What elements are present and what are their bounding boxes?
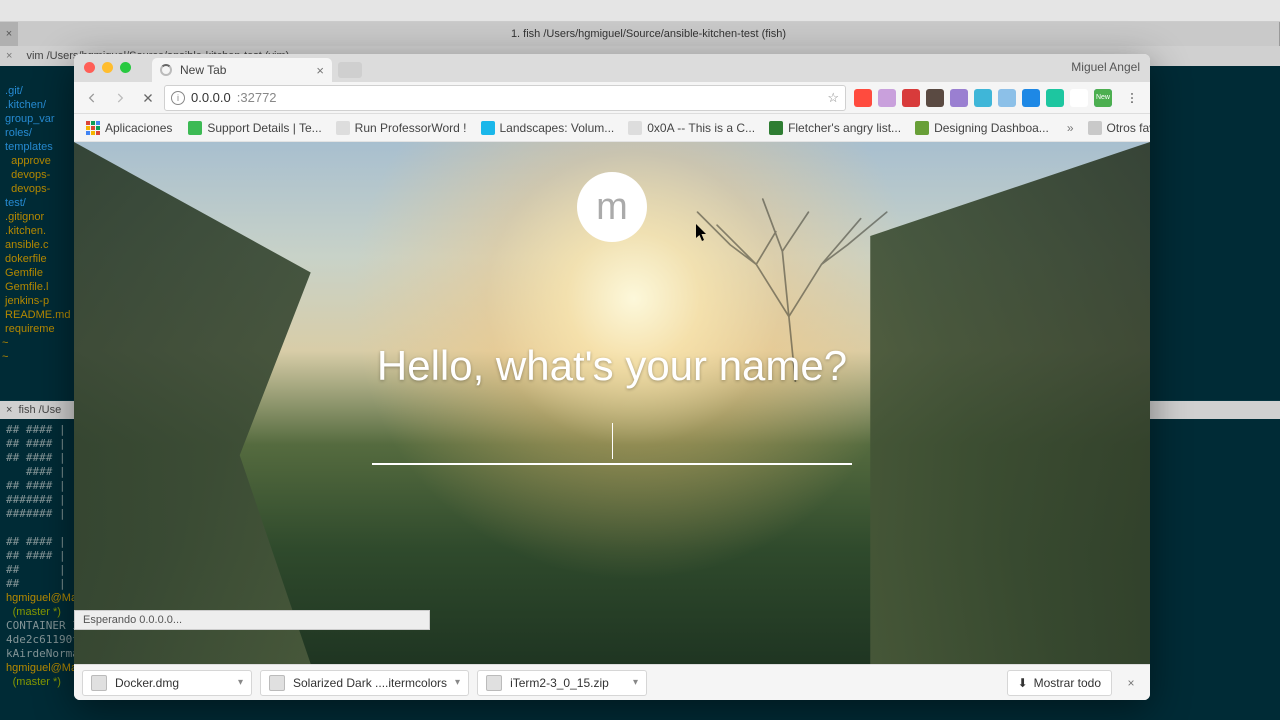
download-filename: iTerm2-3_0_15.zip: [510, 676, 609, 690]
bookmark-label: Fletcher's angry list...: [788, 121, 901, 135]
bookmarks-overflow-button[interactable]: »: [1063, 121, 1078, 135]
window-controls: [84, 62, 131, 73]
file-icon: [269, 675, 285, 691]
extension-icon-0[interactable]: [854, 89, 872, 107]
profile-name[interactable]: Miguel Angel: [1071, 60, 1140, 74]
extension-icon-4[interactable]: [950, 89, 968, 107]
bookmark-item[interactable]: 0x0A -- This is a C...: [622, 118, 761, 138]
downloads-bar: Docker.dmg▾Solarized Dark ....itermcolor…: [74, 664, 1150, 700]
apps-shortcut[interactable]: Aplicaciones: [80, 118, 178, 138]
other-bookmarks-label: Otros favoritos: [1107, 121, 1151, 135]
status-tooltip: Esperando 0.0.0.0...: [74, 610, 430, 630]
iterm-tab-bar: × 1. fish /Users/hgmiguel/Source/ansible…: [0, 22, 1280, 46]
close-window-button[interactable]: [84, 62, 95, 73]
close-downloads-bar-button[interactable]: ×: [1120, 672, 1142, 694]
bookmark-label: Designing Dashboa...: [934, 121, 1049, 135]
forward-button[interactable]: [108, 86, 132, 110]
bookmark-item[interactable]: Support Details | Te...: [182, 118, 327, 138]
show-all-label: Mostrar todo: [1034, 676, 1101, 690]
name-input-wrap: [372, 417, 852, 465]
greeting-text: Hello, what's your name?: [74, 342, 1150, 390]
iterm-tab-close[interactable]: ×: [0, 22, 18, 46]
download-menu-button[interactable]: ▾: [633, 677, 638, 688]
extension-icon-5[interactable]: [974, 89, 992, 107]
extension-icon-7[interactable]: [1022, 89, 1040, 107]
fish-bar-label: fish /Use: [18, 404, 61, 416]
extensions-row: New: [850, 89, 1116, 107]
favicon-icon: [188, 121, 202, 135]
favicon-icon: [481, 121, 495, 135]
file-icon: [91, 675, 107, 691]
browser-toolbar: i 0.0.0.0 :32772 ☆ New: [74, 82, 1150, 114]
back-button[interactable]: [80, 86, 104, 110]
momentum-logo: m: [577, 172, 647, 242]
extension-icon-1[interactable]: [878, 89, 896, 107]
site-info-icon[interactable]: i: [171, 91, 185, 105]
new-badge: New: [1094, 89, 1112, 107]
zoom-window-button[interactable]: [120, 62, 131, 73]
show-all-downloads-button[interactable]: ⬇ Mostrar todo: [1007, 670, 1112, 696]
bookmark-label: Landscapes: Volum...: [500, 121, 615, 135]
favicon-icon: [769, 121, 783, 135]
new-tab-button[interactable]: [338, 62, 362, 78]
loading-spinner-icon: [160, 64, 172, 76]
page-viewport: m Hello, what's your name? Esperando 0.0…: [74, 142, 1150, 664]
bookmark-label: Support Details | Te...: [207, 121, 321, 135]
extension-icon-3[interactable]: [926, 89, 944, 107]
chrome-tab-strip: New Tab × Miguel Angel: [74, 54, 1150, 82]
iterm-tab[interactable]: 1. fish /Users/hgmiguel/Source/ansible-k…: [18, 22, 1280, 46]
vim-tab-close[interactable]: ×: [0, 50, 18, 62]
bookmarks-bar: Aplicaciones Support Details | Te... Run …: [74, 114, 1150, 142]
extension-icon-10[interactable]: New: [1094, 89, 1112, 107]
minimize-window-button[interactable]: [102, 62, 113, 73]
download-item[interactable]: Docker.dmg ▾: [82, 670, 252, 696]
download-menu-button[interactable]: ▾: [238, 677, 243, 688]
bookmark-item[interactable]: Designing Dashboa...: [909, 118, 1055, 138]
bookmark-item[interactable]: Run ProfessorWord !: [330, 118, 473, 138]
bookmark-star-icon[interactable]: ☆: [827, 90, 839, 106]
favicon-icon: [915, 121, 929, 135]
extension-icon-2[interactable]: [902, 89, 920, 107]
download-filename: Docker.dmg: [115, 676, 179, 690]
extension-icon-6[interactable]: [998, 89, 1016, 107]
url-host: 0.0.0.0: [191, 90, 231, 105]
iterm-tab-title: 1. fish /Users/hgmiguel/Source/ansible-k…: [511, 28, 786, 40]
chrome-window: New Tab × Miguel Angel i 0.0.0.0 :32772 ☆…: [74, 54, 1150, 700]
nerdtree-pane[interactable]: .git/ .kitchen/ group_var roles/ templat…: [0, 66, 74, 400]
bookmark-label: Run ProfessorWord !: [355, 121, 467, 135]
folder-icon: [1088, 121, 1102, 135]
download-filename: Solarized Dark ....itermcolors: [293, 676, 447, 690]
download-item[interactable]: iTerm2-3_0_15.zip ▾: [477, 670, 647, 696]
extension-icon-9[interactable]: [1070, 89, 1088, 107]
mac-menubar: [0, 0, 1280, 22]
address-bar[interactable]: i 0.0.0.0 :32772 ☆: [164, 85, 846, 111]
tab-title: New Tab: [180, 63, 226, 77]
bookmark-item[interactable]: Fletcher's angry list...: [763, 118, 907, 138]
download-item[interactable]: Solarized Dark ....itermcolors ▾: [260, 670, 469, 696]
menu-button[interactable]: [1120, 86, 1144, 110]
file-icon: [486, 675, 502, 691]
apps-label: Aplicaciones: [105, 121, 172, 135]
browser-tab[interactable]: New Tab ×: [152, 58, 332, 82]
text-caret: [612, 423, 613, 459]
bookmark-item[interactable]: Landscapes: Volum...: [475, 118, 621, 138]
download-menu-button[interactable]: ▾: [455, 677, 460, 688]
apps-grid-icon: [86, 121, 100, 135]
other-bookmarks-folder[interactable]: Otros favoritos: [1082, 118, 1151, 138]
url-port: :32772: [237, 90, 277, 105]
download-icon: ⬇: [1018, 676, 1028, 690]
favicon-icon: [336, 121, 350, 135]
bookmark-label: 0x0A -- This is a C...: [647, 121, 755, 135]
extension-icon-8[interactable]: [1046, 89, 1064, 107]
favicon-icon: [628, 121, 642, 135]
stop-button[interactable]: [136, 86, 160, 110]
close-tab-button[interactable]: ×: [316, 63, 324, 78]
